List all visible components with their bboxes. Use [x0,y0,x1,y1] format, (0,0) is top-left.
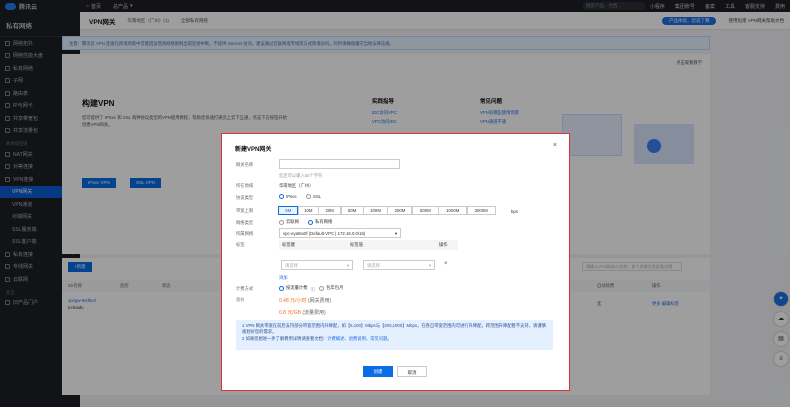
radio-label: 云联网 [286,219,299,224]
gateway-name-input[interactable] [279,159,400,169]
region-value: 华南地区（广州） [279,183,314,188]
bandwidth-option[interactable]: 5M [278,206,299,215]
radio-label: 私有网络 [315,219,333,224]
tag-op-header: 操作 [439,242,448,247]
radio-checked-icon [308,219,314,225]
billing-radio-group: 按流量计费 ⓘ 包年包月 [279,285,351,293]
vpc-select[interactable]: vpc-eyat6o0f (Default-VPC | 172.16.0.0/1… [279,228,401,238]
refund-link[interactable]: 退费说明 [349,336,366,341]
network-type-label: 网络类型 [236,220,254,225]
vpc-label: 所属网络 [236,231,254,236]
remove-tag-icon[interactable]: × [444,261,448,267]
pay-by-traffic-radio[interactable]: 按流量计费 [279,285,307,291]
tag-value-header: 标签值 [350,242,363,247]
tag-label: 标签 [236,242,245,247]
bandwidth-option[interactable]: 100M [363,206,389,215]
bandwidth-option[interactable]: 3000M [466,206,496,215]
radio-unchecked-icon [279,219,284,225]
radio-unchecked-icon [305,194,311,199]
tag-value-placeholder: 请选择 [367,263,380,268]
billing-overview-link[interactable]: 计费概述 [327,336,344,341]
radio-checked-icon [279,285,284,291]
protocol-ssl-radio[interactable]: SSL [305,194,322,199]
info-icon[interactable]: ⓘ [311,287,315,292]
bandwidth-label: 带宽上限 [236,208,254,213]
protocol-ipsec-radio[interactable]: IPsec [279,194,297,199]
radio-label: SSL [312,194,322,199]
info-line-2-text: 2 如果您想进一步了解费用详情请查看文档： [242,335,328,341]
bandwidth-option[interactable]: 200M [387,206,413,215]
gateway-price-value: 0.48 元/小时 [279,298,307,304]
billing-label: 计费方式 [236,286,254,291]
gateway-price-note: (网关费用) [307,298,332,304]
bandwidth-selector: 5M 10M 20M 50M 100M 200M 500M 1000M 3000… [278,206,496,215]
chevron-down-icon: ▾ [394,231,397,236]
bandwidth-option[interactable]: 10M [297,206,319,215]
bandwidth-option[interactable]: 1000M [438,206,468,215]
name-hint: 您还可以输入60个字符 [279,173,323,178]
price-label: 总价 [236,297,245,302]
region-label: 所在地域 [236,183,254,188]
info-line-1: 1 VPN 网关带宽在前后支持部分带宽范围内升降配，如【5,100】Mbps与【… [242,323,546,335]
radio-label: IPsec [286,194,297,199]
bandwidth-option[interactable]: 20M [318,206,342,215]
radio-unchecked-icon [319,285,325,291]
chevron-down-icon: ▾ [346,263,349,268]
close-icon[interactable]: × [553,142,557,149]
create-vpn-gateway-dialog: 新建VPN网关 × 网关名称 您还可以输入60个字符 所在地域 华南地区（广州）… [221,133,570,391]
monthly-radio[interactable]: 包年包月 [319,285,343,291]
tag-key-select[interactable]: 请选择 ▾ [281,260,353,270]
tag-table-header: 标签键 标签值 操作 [279,240,458,250]
protocol-radio-group: IPsec SSL [279,194,329,200]
dialog-title: 新建VPN网关 [235,147,272,153]
radio-label: 包年包月 [326,285,344,290]
protocol-label: 协议类型 [236,195,254,200]
bandwidth-option[interactable]: 500M [411,206,439,215]
traffic-price-note: (流量费用) [302,310,326,316]
tag-value-select[interactable]: 请选择 ▾ [363,260,435,270]
chevron-down-icon: ▾ [428,263,431,268]
radio-checked-icon [279,194,284,199]
tag-key-placeholder: 请选择 [285,263,298,268]
info-line-2: 2 如果您想进一步了解费用详情请查看文档：计费概述、退费说明、常见问题。 [242,335,392,341]
info-box: 1 VPN 网关带宽在前后支持部分带宽范围内升降配，如【5,100】Mbps与【… [236,320,553,350]
vpc-radio[interactable]: 私有网络 [308,219,332,225]
vpc-select-value: vpc-eyat6o0f (Default-VPC | 172.16.0.0/1… [283,231,366,236]
create-button[interactable]: 创建 [363,366,393,377]
gateway-price: 0.48 元/小时 (网关费用) [279,297,331,304]
add-tag-link[interactable]: 添加 [279,275,288,281]
traffic-price: 0.8 元/GB (流量费用) [279,309,326,316]
radio-label: 按流量计费 [286,285,308,290]
traffic-price-value: 0.8 元/GB [279,310,301,316]
tag-key-header: 标签键 [282,242,295,247]
ccn-radio[interactable]: 云联网 [279,219,299,225]
bandwidth-option[interactable]: 50M [340,206,364,215]
bandwidth-unit: bps [511,209,518,214]
network-type-radio-group: 云联网 私有网络 [279,219,340,226]
cancel-button[interactable]: 取消 [397,366,427,377]
faq-link[interactable]: 常见问题 [370,336,387,341]
name-label: 网关名称 [236,162,254,167]
